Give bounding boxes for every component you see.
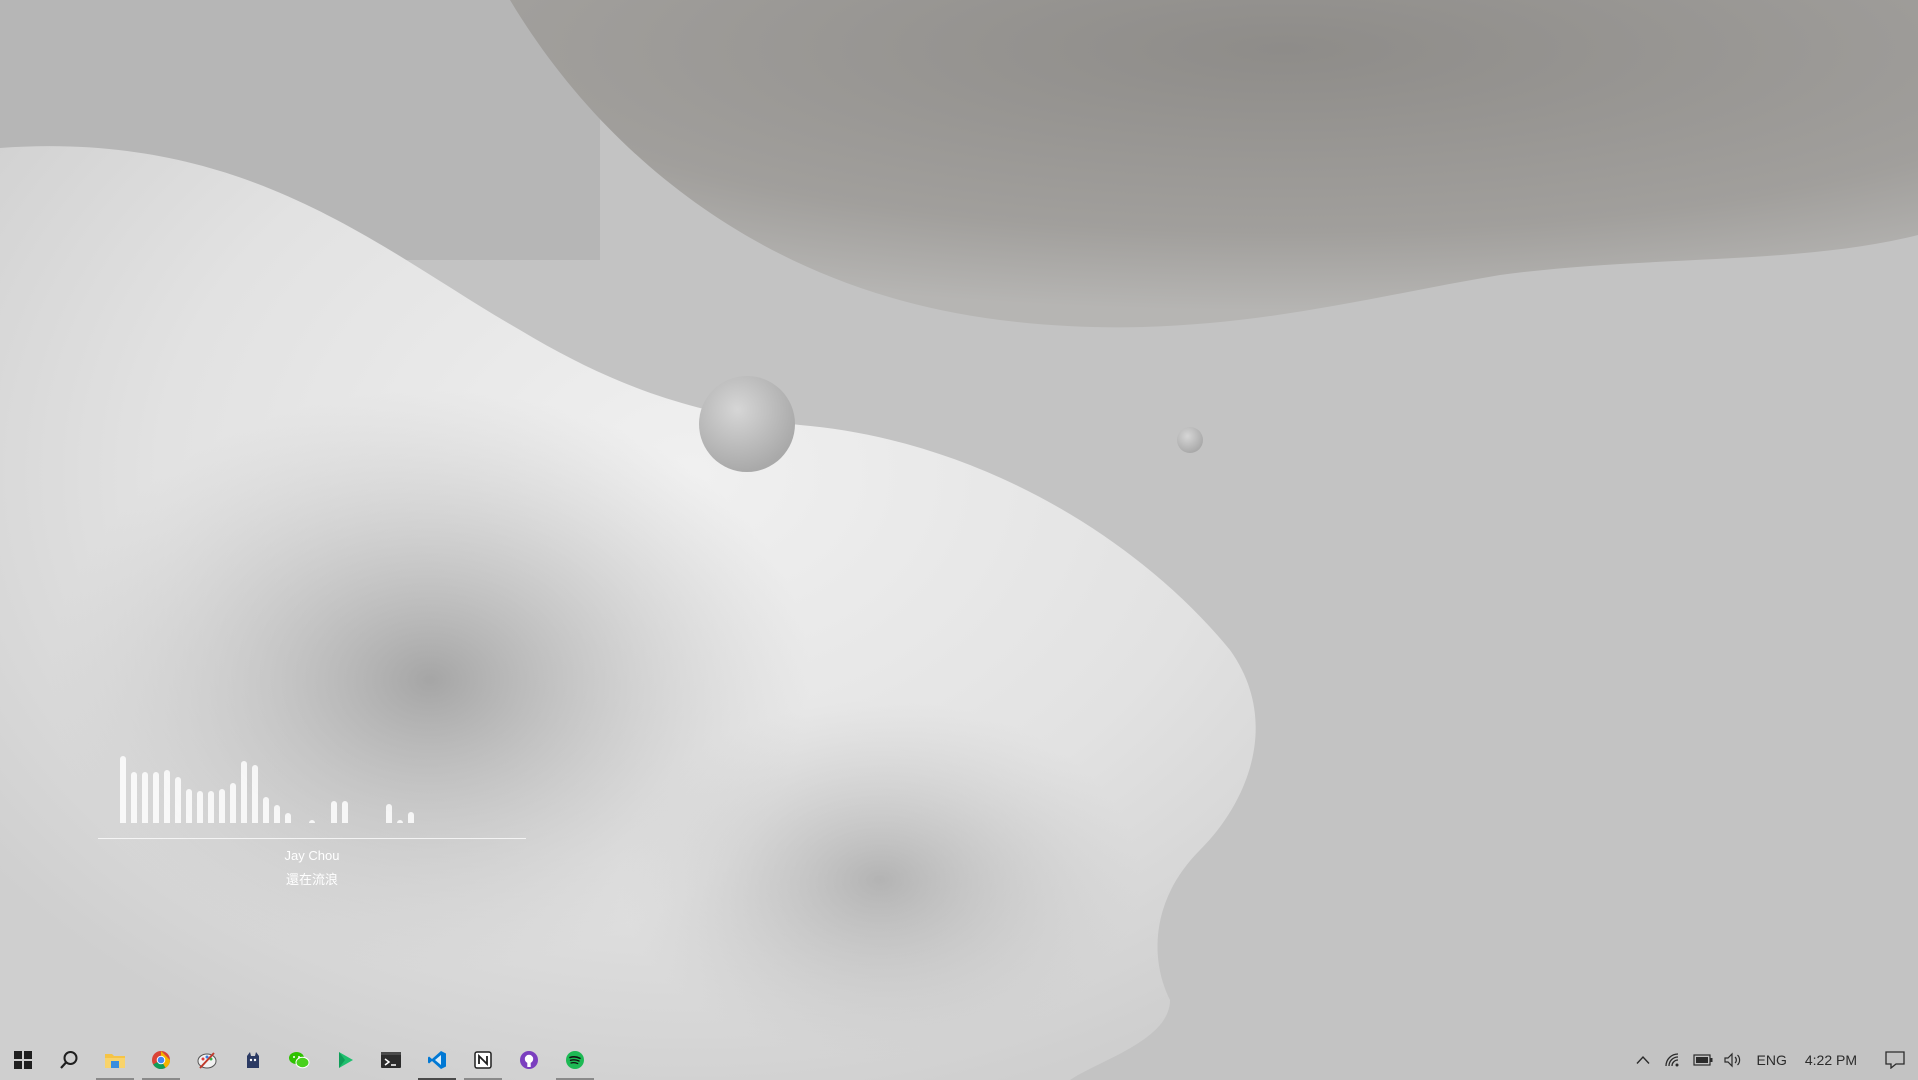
taskbar-app-wechat[interactable] (276, 1040, 322, 1080)
system-tray: ENG 4:22 PM (1628, 1040, 1918, 1080)
visualizer-bar (397, 820, 403, 823)
taskbar-app-file-explorer[interactable] (92, 1040, 138, 1080)
vscode-icon (428, 1051, 446, 1069)
search-icon (60, 1051, 78, 1069)
visualizer-bar (131, 772, 137, 823)
taskbar-app-chrome[interactable] (138, 1040, 184, 1080)
clock-button[interactable]: 4:22 PM (1796, 1040, 1866, 1080)
wallpaper (0, 0, 1918, 1080)
visualizer-bar (331, 801, 337, 823)
network-button[interactable] (1658, 1040, 1688, 1080)
show-hidden-icons-button[interactable] (1628, 1040, 1658, 1080)
start-button[interactable] (0, 1040, 46, 1080)
visualizer-bar (153, 772, 159, 823)
now-playing-artist: Jay Chou (284, 848, 340, 863)
now-playing-title: 還在流浪 (285, 873, 338, 888)
wechat-icon (289, 1052, 310, 1069)
visualizer-bar (309, 820, 315, 823)
visualizer-bar (208, 791, 214, 823)
chrome-icon (152, 1051, 170, 1070)
notification-icon (1885, 1051, 1905, 1069)
chevron-up-icon (1636, 1055, 1650, 1064)
desktop: Jay Chou 還在流浪 ENG 4:22 PM (0, 0, 1918, 1080)
visualizer-bar (120, 756, 126, 823)
windows-icon (14, 1051, 32, 1069)
taskbar-app-notion[interactable] (460, 1040, 506, 1080)
visualizer-bar (263, 797, 269, 823)
volume-icon (1723, 1052, 1740, 1068)
search-button[interactable] (46, 1040, 92, 1080)
battery-icon (1692, 1054, 1713, 1066)
visualizer-bar (175, 777, 181, 823)
taskbar-app-vscode[interactable] (414, 1040, 460, 1080)
github-icon (520, 1051, 538, 1069)
visualizer-bar (386, 804, 392, 823)
taskbar-app-spotify[interactable] (552, 1040, 598, 1080)
taskbar-app-player[interactable] (322, 1040, 368, 1080)
visualizer-bar (219, 789, 225, 823)
visualizer-bars (98, 740, 528, 823)
play-icon (339, 1052, 353, 1068)
action-center-button[interactable] (1872, 1040, 1918, 1080)
visualizer-bar (230, 783, 236, 823)
cat-icon (247, 1052, 259, 1068)
taskbar-app-terminal[interactable] (368, 1040, 414, 1080)
paint-icon (197, 1052, 217, 1069)
taskbar-app-cat[interactable] (230, 1040, 276, 1080)
terminal-icon (381, 1052, 401, 1068)
input-language-button[interactable]: ENG (1748, 1040, 1796, 1080)
visualizer-bar (252, 765, 258, 823)
taskbar-app-github[interactable] (506, 1040, 552, 1080)
visualizer-bar (197, 791, 203, 823)
visualizer-bar (142, 772, 148, 823)
notion-icon (474, 1051, 492, 1069)
battery-button[interactable] (1688, 1040, 1718, 1080)
spotify-icon (566, 1051, 584, 1069)
visualizer-bar (164, 770, 170, 823)
visualizer-bar (241, 761, 247, 823)
visualizer-bar (274, 805, 280, 823)
wifi-icon (1664, 1053, 1679, 1067)
visualizer-bar (285, 813, 291, 823)
taskbar: ENG 4:22 PM (0, 1040, 1918, 1080)
visualizer-bar (186, 789, 192, 823)
volume-button[interactable] (1718, 1040, 1748, 1080)
taskbar-app-paint[interactable] (184, 1040, 230, 1080)
visualizer-bar (408, 812, 414, 823)
visualizer-bar (342, 801, 348, 823)
audio-visualizer-widget: Jay Chou 還在流浪 (98, 740, 528, 890)
folder-icon (105, 1054, 125, 1068)
visualizer-divider (98, 838, 526, 839)
